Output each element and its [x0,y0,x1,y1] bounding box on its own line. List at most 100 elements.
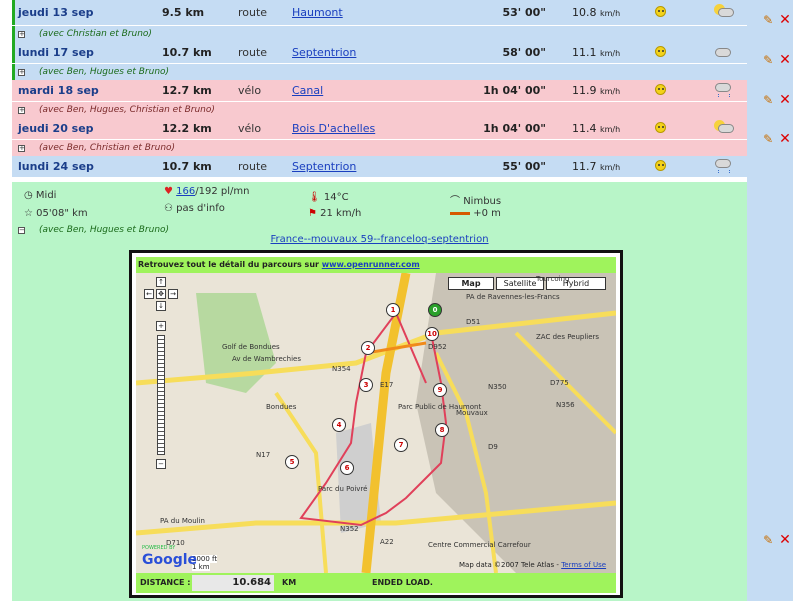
route-marker[interactable]: 8 [435,423,449,437]
place-label: Tourcoing [536,275,570,283]
route-marker[interactable]: 5 [285,455,299,469]
row-location: Bois D'achelles [292,122,482,135]
map-type-map[interactable]: Map [448,277,494,290]
row-time: 53' 00" [502,6,546,19]
location-link[interactable]: Bois D'achelles [292,122,375,135]
location-link[interactable]: Haumont [292,6,343,19]
zoom-slider[interactable] [157,335,165,455]
row-type: route [238,160,268,173]
location-link[interactable]: Septentrion [292,46,356,59]
zoom-in-icon[interactable]: + [156,321,166,331]
distance-label: DISTANCE : [140,578,191,587]
companions-row: + (avec Ben, Hugues et Bruno) [12,64,793,80]
route-marker[interactable]: 10 [425,327,439,341]
row-time: 1h 04' 00" [483,84,546,97]
route-marker[interactable]: 1 [386,303,400,317]
delete-icon[interactable]: ✕ [779,52,791,68]
heart-link[interactable]: 166 [176,186,195,197]
distance-unit: KM [282,578,297,587]
place-label: N17 [256,451,271,459]
row-speed: 11.7 km/h [572,160,621,173]
route-marker[interactable]: 3 [359,378,373,392]
delete-icon[interactable]: ✕ [779,131,791,147]
companions-row: + (avec Ben, Christian et Bruno) [12,140,793,156]
map-canvas[interactable]: Map Satellite Hybrid ↑ ← ✥ → ↓ + − 2000 … [136,273,616,573]
info: ⚇ pas d'info [164,203,225,214]
expand-icon[interactable]: + [18,30,25,38]
row-type: route [238,6,268,19]
time-of-day: ◷ Midi [24,190,57,201]
row-date: mardi 18 sep [18,84,99,97]
row-marker [12,0,15,25]
pan-left-icon[interactable]: ← [144,289,154,299]
table-row[interactable]: mardi 18 sep 12.7 km vélo Canal 1h 04' 0… [12,80,793,102]
row-distance: 12.2 km [162,122,212,135]
edit-icon[interactable]: ✎ [763,13,773,27]
pan-right-icon[interactable]: → [168,289,178,299]
map-status: ENDED LOAD. [372,578,433,587]
google-logo: Google [142,552,198,568]
elevation-bar-icon [450,211,470,215]
route-marker[interactable]: 2 [361,341,375,355]
place-label: N354 [332,365,351,373]
expand-icon[interactable]: + [18,68,25,76]
pan-down-icon[interactable]: ↓ [156,301,166,311]
table-row[interactable]: jeudi 20 sep 12.2 km vélo Bois D'achelle… [12,118,793,140]
distance-value: 10.684 [192,575,274,591]
place-label: N352 [340,525,359,533]
row-actions: ✎ ✕ [754,92,800,108]
activity-table: jeudi 13 sep 9.5 km route Haumont 53' 00… [12,0,793,178]
route-marker[interactable]: 6 [340,461,354,475]
delete-icon[interactable]: ✕ [779,92,791,108]
route-marker[interactable]: 9 [433,383,447,397]
row-actions: ✎ ✕ [754,12,800,28]
row-date: jeudi 20 sep [18,122,94,135]
mood-icon [636,5,684,20]
terms-link[interactable]: Terms of Use [561,561,606,569]
route-marker[interactable]: 4 [332,418,346,432]
expand-icon[interactable]: + [18,106,25,114]
place-label: N350 [488,383,507,391]
row-location: Haumont [292,6,482,19]
edit-icon[interactable]: ✎ [763,533,773,547]
edit-icon[interactable]: ✎ [763,93,773,107]
pan-center-icon[interactable]: ✥ [156,289,166,299]
expand-icon[interactable]: + [18,144,25,152]
place-label: D51 [466,318,481,326]
place-label: E17 [380,381,394,389]
place-label: Parc du Poivré [318,485,368,493]
place-label: Av de Wambrechies [232,355,301,363]
mood-icon [636,159,684,174]
temperature: 🌡 14°C [308,192,349,203]
location-link[interactable]: Canal [292,84,323,97]
collapse-icon[interactable]: − [18,226,25,234]
row-distance: 12.7 km [162,84,212,97]
route-marker[interactable]: 7 [394,438,408,452]
location-link[interactable]: Septentrion [292,160,356,173]
delete-icon[interactable]: ✕ [779,532,791,548]
edit-icon[interactable]: ✎ [763,53,773,67]
table-row[interactable]: lundi 24 sep 10.7 km route Septentrion 5… [12,156,793,178]
route-map: Retrouvez tout le détail du parcours sur… [129,250,623,598]
place-label: D710 [166,539,185,547]
pan-up-icon[interactable]: ↑ [156,277,166,287]
wind-flag-icon: ⚑ [308,208,317,219]
activity-detail: ◷ Midi ☆ 05'08" km ♥ 166/192 pl/mn ⚇ pas… [12,182,747,601]
place-label: D775 [550,379,569,387]
row-location: Canal [292,84,482,97]
row-actions: ✎ ✕ [754,52,800,68]
shoe-icon: ⌒ [450,196,460,207]
table-row[interactable]: lundi 17 sep 10.7 km route Septentrion 5… [12,42,793,64]
map-link[interactable]: France--mouvaux 59--franceloq-septentrio… [270,234,488,245]
row-location: Septentrion [292,46,482,59]
row-distance: 10.7 km [162,46,212,59]
zoom-out-icon[interactable]: − [156,459,166,469]
place-label: ZAC des Peupliers [536,333,600,341]
place-label: D9 [488,443,498,451]
route-marker[interactable]: 0 [428,303,442,317]
people-icon: ⚇ [164,203,173,214]
edit-icon[interactable]: ✎ [763,132,773,146]
delete-icon[interactable]: ✕ [779,12,791,28]
table-row[interactable]: jeudi 13 sep 9.5 km route Haumont 53' 00… [12,0,793,26]
openrunner-link[interactable]: www.openrunner.com [322,260,420,269]
